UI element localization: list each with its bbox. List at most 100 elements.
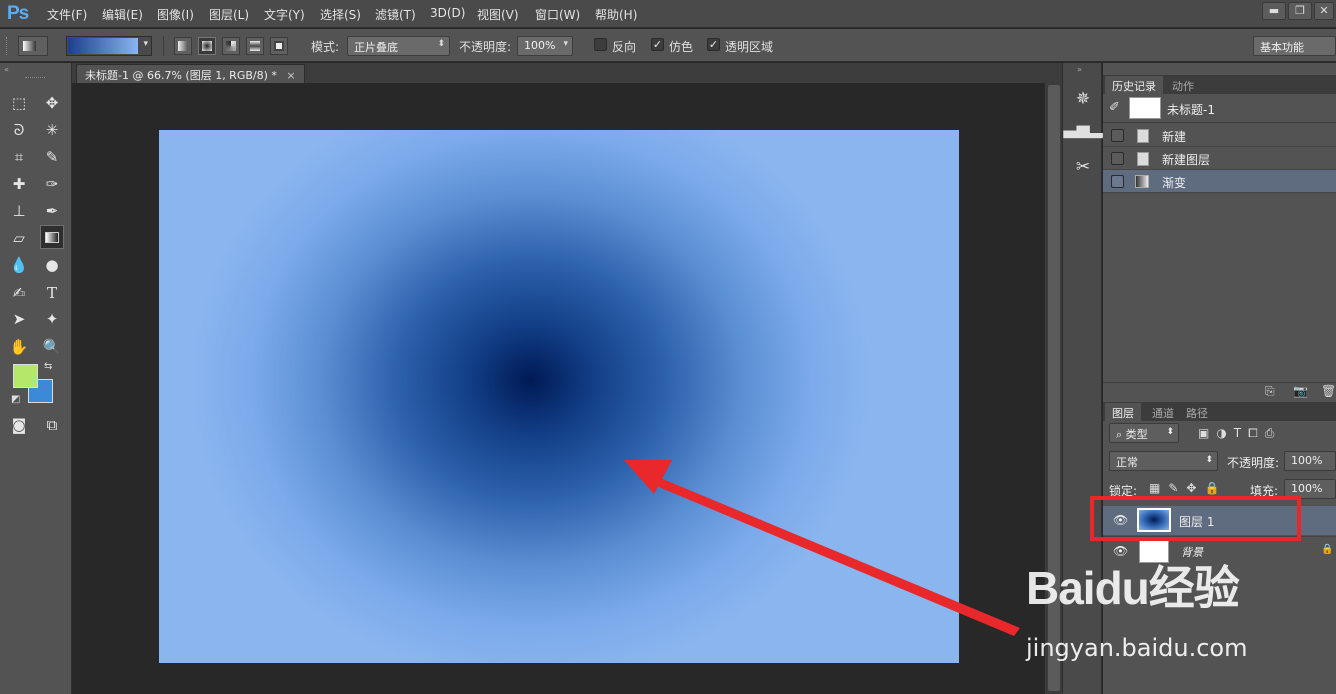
tab-channels[interactable]: 通道 <box>1145 403 1181 421</box>
history-state-checkbox[interactable] <box>1111 152 1124 165</box>
menu-help[interactable]: 帮助(H) <box>595 6 637 23</box>
path-selection-tool[interactable]: ➤ <box>7 307 31 331</box>
opacity-value: 100% <box>524 39 556 52</box>
angle-gradient-button[interactable] <box>222 37 240 55</box>
angle-gradient-icon <box>226 41 236 51</box>
expand-icon[interactable]: » <box>1077 65 1082 74</box>
watermark-url: jingyan.baidu.com <box>1026 634 1248 662</box>
tool-presets-button[interactable]: ✂ <box>1068 153 1098 181</box>
trash-icon[interactable]: 🗑 <box>1321 384 1336 398</box>
crop-tool[interactable]: ⌗ <box>7 145 31 169</box>
histogram-icon: ▃▅▂ <box>1063 119 1103 139</box>
history-brush-icon: ✒ <box>45 202 59 220</box>
clone-stamp-tool[interactable]: ⊥ <box>7 199 31 223</box>
eraser-tool[interactable]: ▱ <box>7 226 31 250</box>
history-item[interactable]: 渐变 <box>1103 170 1336 193</box>
tool-preset-picker[interactable] <box>18 36 48 56</box>
restore-button[interactable]: ❐ <box>1288 2 1312 20</box>
menu-type[interactable]: 文字(Y) <box>264 6 305 23</box>
history-brush-source-icon[interactable]: ✐ <box>1109 100 1120 115</box>
history-state-checkbox[interactable] <box>1111 175 1124 188</box>
reverse-checkbox[interactable] <box>594 38 607 51</box>
dodge-tool[interactable]: ● <box>40 253 64 277</box>
layer-filter-select[interactable]: ⌕ 类型 ⬍ <box>1109 423 1179 443</box>
quick-mask-button[interactable]: ◙ <box>7 413 31 437</box>
dodge-icon: ● <box>45 256 59 274</box>
collapse-icon[interactable]: « <box>4 65 9 74</box>
menu-select[interactable]: 选择(S) <box>320 6 361 23</box>
zoom-tool[interactable]: 🔍 <box>40 335 64 359</box>
healing-brush-tool[interactable]: ✚ <box>7 172 31 196</box>
menu-window[interactable]: 窗口(W) <box>535 6 580 23</box>
menu-layer[interactable]: 图层(L) <box>209 6 249 23</box>
foreground-color-swatch[interactable] <box>13 364 38 388</box>
workspace-value: 基本功能 <box>1260 41 1304 54</box>
history-item[interactable]: 新建 <box>1103 124 1336 147</box>
chevron-updown-icon: ⬍ <box>1205 455 1213 465</box>
highlight-box <box>1090 496 1301 541</box>
menu-edit[interactable]: 编辑(E) <box>102 6 143 23</box>
dither-checkbox[interactable]: ✓ <box>651 38 664 51</box>
magic-wand-tool[interactable]: ✳ <box>40 118 64 142</box>
custom-shape-tool[interactable]: ✦ <box>40 307 64 331</box>
layer-filter-icons[interactable]: ▣◑T⧠⎙ <box>1198 426 1281 441</box>
workspace-select[interactable]: 基本功能 <box>1253 36 1336 56</box>
app-logo: Ps <box>7 3 29 24</box>
history-item[interactable]: 新建图层 <box>1103 147 1336 170</box>
history-snapshot[interactable]: ✐ 未标题-1 <box>1103 94 1336 123</box>
histogram-button[interactable]: ▃▅▂ <box>1063 115 1102 143</box>
tab-paths[interactable]: 路径 <box>1179 403 1215 421</box>
gradient-picker[interactable]: ▾ <box>66 36 152 56</box>
close-tab-icon[interactable]: × <box>286 69 295 82</box>
blend-mode-select[interactable]: 正常 ⬍ <box>1109 451 1218 471</box>
pen-tool[interactable]: ✍ <box>7 281 31 305</box>
opacity-label: 不透明度: <box>459 40 512 54</box>
reverse-label[interactable]: 反向 <box>612 38 636 55</box>
history-item-label: 渐变 <box>1162 176 1187 190</box>
radial-gradient-button[interactable] <box>198 37 216 55</box>
tab-actions[interactable]: 动作 <box>1165 76 1201 94</box>
crop-icon: ⌗ <box>14 148 24 166</box>
opacity-field[interactable]: 100% ▾ <box>517 36 573 56</box>
menu-file[interactable]: 文件(F) <box>47 6 87 23</box>
reflected-gradient-button[interactable] <box>246 37 264 55</box>
new-document-from-state-icon[interactable]: ⎘ <box>1265 384 1275 399</box>
history-item-label: 新建图层 <box>1162 153 1211 167</box>
minimize-button[interactable]: ▬ <box>1262 2 1286 20</box>
dither-label[interactable]: 仿色 <box>669 38 693 55</box>
type-tool[interactable]: T <box>40 281 64 305</box>
transparency-checkbox[interactable]: ✓ <box>707 38 720 51</box>
eyedropper-tool[interactable]: ✎ <box>40 145 64 169</box>
camera-icon[interactable]: 📷 <box>1293 384 1308 398</box>
mode-select[interactable]: 正片叠底 ⬍ <box>347 36 450 56</box>
tab-history[interactable]: 历史记录 <box>1105 76 1163 94</box>
history-state-checkbox[interactable] <box>1111 129 1124 142</box>
screen-mode-button[interactable]: ⧉ <box>40 413 64 437</box>
navigator-button[interactable]: ✵ <box>1068 85 1098 113</box>
linear-gradient-button[interactable] <box>174 37 192 55</box>
layer-opacity-field[interactable]: 100% <box>1284 451 1336 471</box>
blur-tool[interactable]: 💧 <box>7 253 31 277</box>
document-tab[interactable]: 未标题-1 @ 66.7% (图层 1, RGB/8) * × <box>76 64 305 83</box>
layer-opacity-value: 100% <box>1291 454 1323 467</box>
menu-3d[interactable]: 3D(D) <box>430 6 465 20</box>
default-colors-icon[interactable]: ◩ <box>11 394 20 405</box>
lock-icons[interactable]: ▦✎✥🔒 <box>1149 481 1227 495</box>
grip <box>25 77 45 80</box>
marquee-tool[interactable]: ⬚ <box>7 91 31 115</box>
swap-colors-icon[interactable]: ⇆ <box>44 361 52 372</box>
history-brush-tool[interactable]: ✒ <box>40 199 64 223</box>
lasso-tool[interactable]: ᘐ <box>7 118 31 142</box>
snapshot-thumbnail <box>1129 97 1161 119</box>
move-tool[interactable]: ✥ <box>40 91 64 115</box>
brush-tool[interactable]: ✑ <box>40 172 64 196</box>
close-window-button[interactable]: ✕ <box>1314 2 1334 20</box>
menu-view[interactable]: 视图(V) <box>477 6 519 23</box>
menu-filter[interactable]: 滤镜(T) <box>375 6 416 23</box>
menu-image[interactable]: 图像(I) <box>157 6 194 23</box>
diamond-gradient-button[interactable] <box>270 37 288 55</box>
hand-tool[interactable]: ✋ <box>7 335 31 359</box>
transparency-label[interactable]: 透明区域 <box>725 38 773 55</box>
gradient-tool[interactable] <box>40 225 64 249</box>
tab-layers[interactable]: 图层 <box>1105 403 1141 421</box>
